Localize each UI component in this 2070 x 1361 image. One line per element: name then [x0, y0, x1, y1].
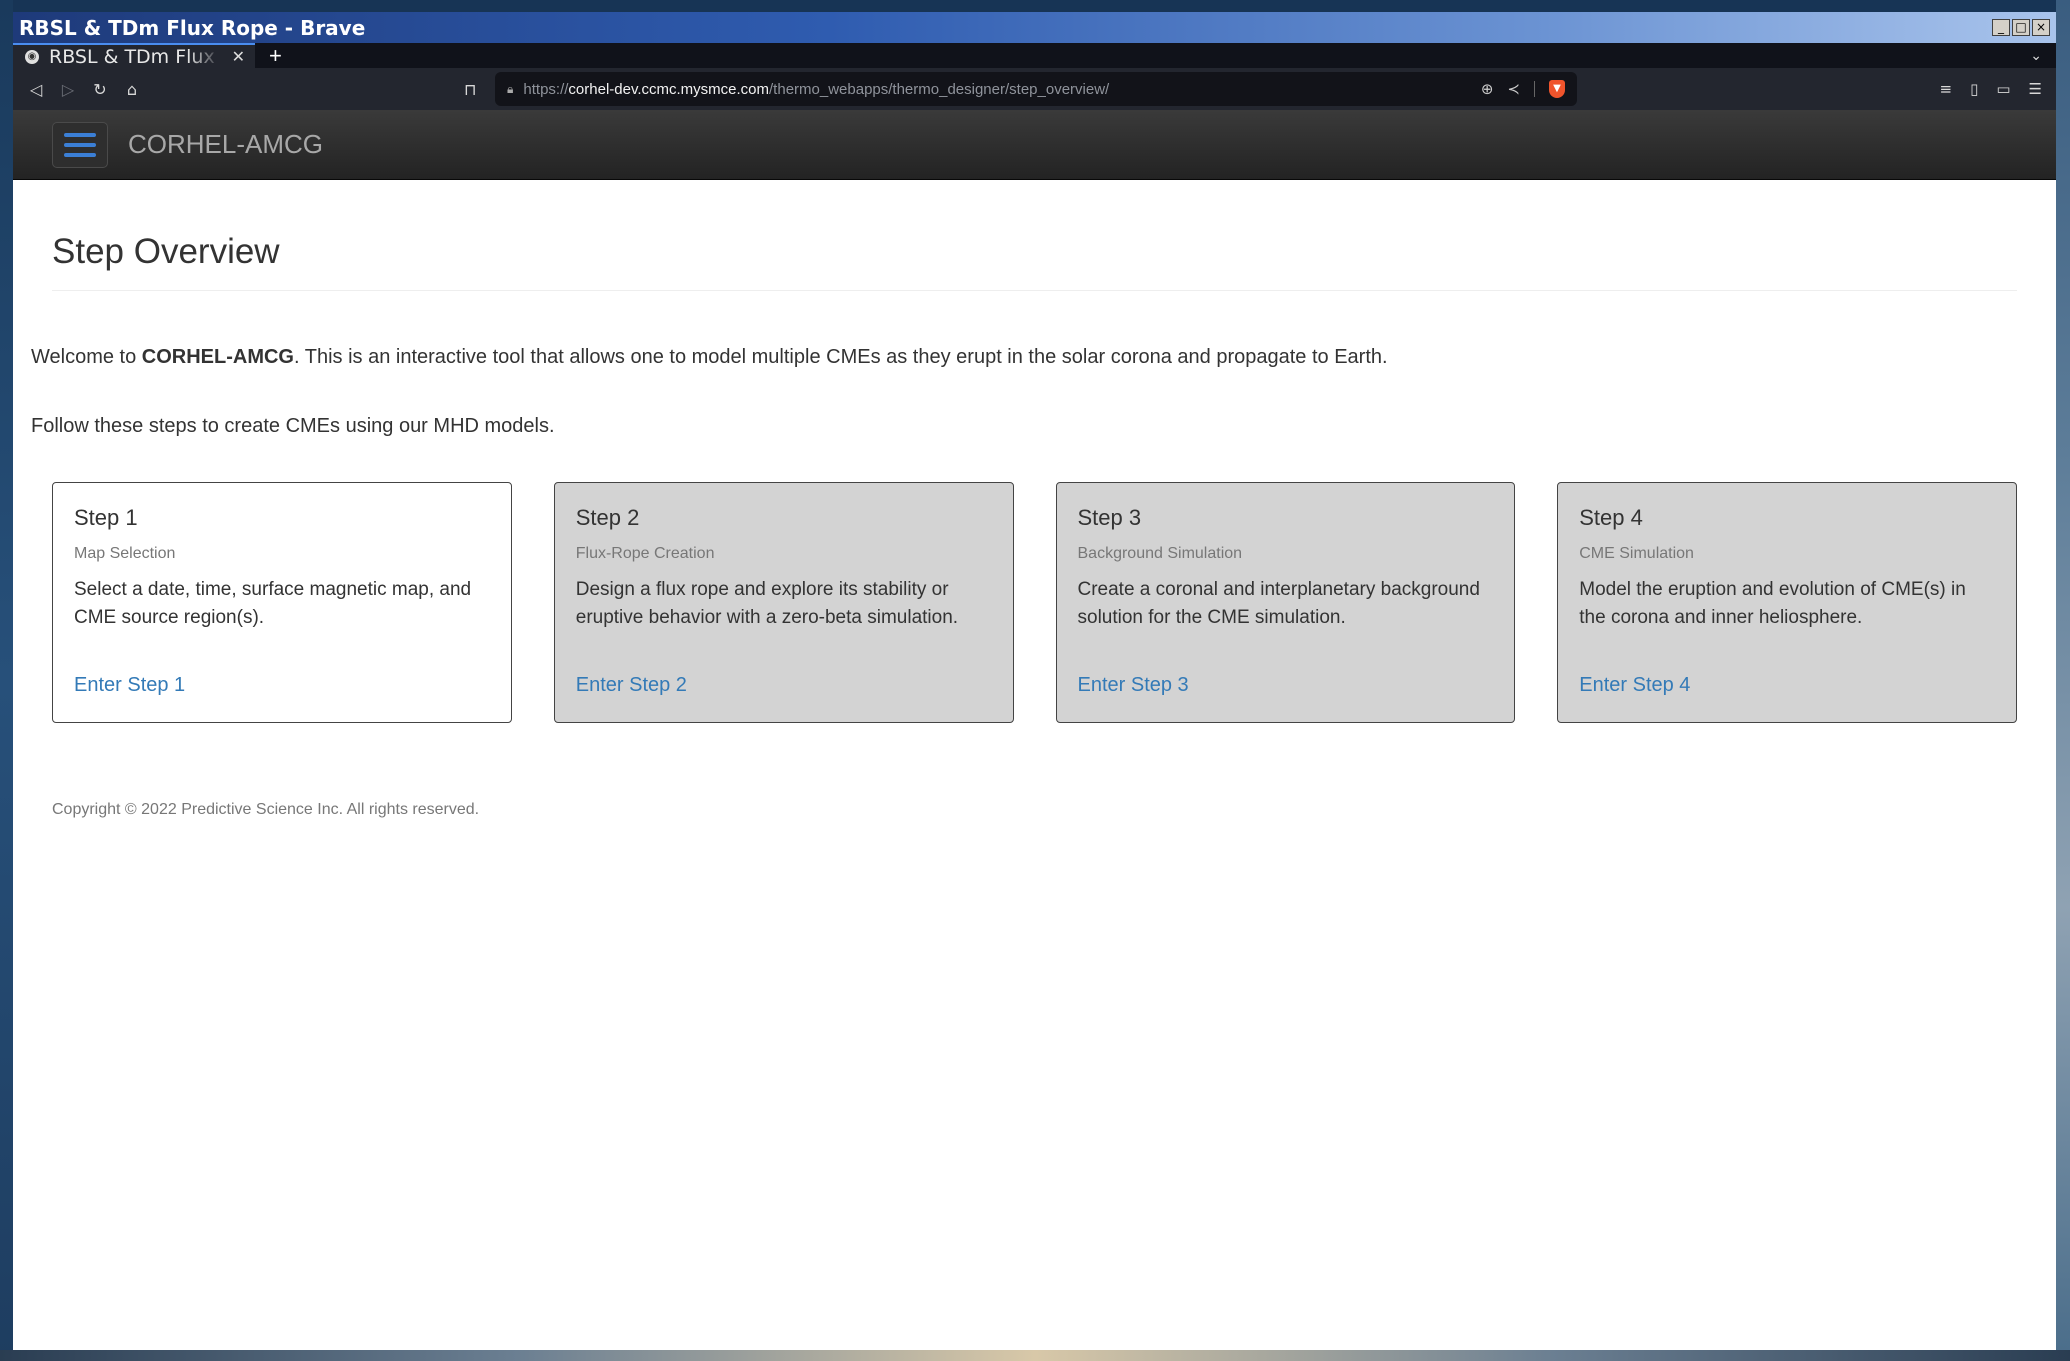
maximize-icon[interactable]: □	[2012, 19, 2030, 36]
tab-strip: ◉ RBSL & TDm Flux Rope ✕ + ⌄	[13, 43, 2056, 68]
site-navbar: CORHEL-AMCG	[13, 110, 2056, 180]
navbar-brand[interactable]: CORHEL-AMCG	[128, 129, 323, 160]
window-titlebar[interactable]: RBSL & TDm Flux Rope - Brave _ □ ×	[13, 12, 2056, 43]
back-icon[interactable]: ◁	[27, 80, 45, 99]
menu-icon[interactable]: ☰	[2029, 80, 2042, 98]
close-window-icon[interactable]: ×	[2032, 19, 2050, 36]
home-icon[interactable]: ⌂	[123, 80, 141, 99]
desktop-background-right	[2056, 0, 2070, 1361]
minimize-icon[interactable]: _	[1992, 19, 2010, 36]
browser-window: RBSL & TDm Flux Rope - Brave _ □ × ◉ RBS…	[13, 12, 2056, 1350]
window-controls: _ □ ×	[1992, 19, 2050, 36]
browser-tab-active[interactable]: ◉ RBSL & TDm Flux Rope ✕	[13, 43, 255, 68]
card-subtitle: CME Simulation	[1579, 545, 1694, 562]
address-bar[interactable]: 🔒︎ https://corhel-dev.ccmc.mysmce.com/th…	[495, 72, 1577, 106]
desktop-background-top	[0, 0, 2070, 12]
card-subtitle: Background Simulation	[1077, 545, 1243, 562]
step-card-4: Step 4 CME Simulation Model the eruption…	[1557, 482, 2017, 723]
intro-brand: CORHEL-AMCG	[141, 346, 294, 368]
sidebar-icon[interactable]: ▯	[1970, 80, 1978, 98]
main-content: Step Overview Welcome to CORHEL-AMCG. Th…	[13, 180, 2056, 819]
bookmark-icon[interactable]: ⊓	[464, 80, 476, 99]
card-subtitle: Flux-Rope Creation	[575, 545, 715, 562]
zoom-icon[interactable]: ⊕	[1481, 80, 1494, 98]
brave-shields-icon[interactable]: ▼	[1549, 80, 1565, 98]
hamburger-menu-button[interactable]	[52, 121, 108, 168]
card-text: Select a date, time, surface magnetic ma…	[74, 579, 472, 628]
step-card-3: Step 3 Background Simulation Create a co…	[1055, 482, 1516, 723]
card-title: Step 4	[1579, 505, 1643, 530]
enter-step-2-link[interactable]: Enter Step 2	[576, 674, 687, 697]
share-icon[interactable]: ≺	[1507, 80, 1520, 98]
enter-step-4-link[interactable]: Enter Step 4	[1579, 674, 1690, 697]
new-tab-icon[interactable]: +	[255, 43, 296, 68]
page-header: Step Overview	[52, 180, 2017, 291]
browser-toolbar: ◁ ▷ ↻ ⌂ ⊓ 🔒︎ https://corhel-dev.ccmc.mys…	[13, 68, 2056, 110]
intro-paragraph: Welcome to CORHEL-AMCG. This is an inter…	[31, 346, 1388, 368]
enter-step-3-link[interactable]: Enter Step 3	[1078, 674, 1189, 697]
step-card-2: Step 2 Flux-Rope Creation Design a flux …	[553, 482, 1014, 723]
footer-copyright: Copyright © 2022 Predictive Science Inc.…	[52, 801, 480, 818]
window-title: RBSL & TDm Flux Rope - Brave	[19, 15, 366, 40]
step-card-1: Step 1 Map Selection Select a date, time…	[52, 482, 512, 723]
page-title: Step Overview	[52, 232, 280, 271]
step-cards: Step 1 Map Selection Select a date, time…	[52, 482, 2017, 723]
card-text: Model the eruption and evolution of CME(…	[1579, 579, 1966, 628]
tab-list-chevron-icon[interactable]: ⌄	[2030, 43, 2042, 68]
reload-icon[interactable]: ↻	[91, 80, 109, 99]
card-title: Step 2	[575, 505, 640, 530]
card-title: Step 1	[74, 505, 138, 530]
favicon-icon: ◉	[25, 49, 39, 64]
tab-close-icon[interactable]: ✕	[232, 47, 245, 66]
playlist-icon[interactable]: ≡	[1940, 80, 1953, 98]
follow-paragraph: Follow these steps to create CMEs using …	[31, 415, 555, 437]
card-subtitle: Map Selection	[74, 545, 176, 562]
card-text: Create a coronal and interplanetary back…	[1077, 579, 1480, 628]
url-text[interactable]: https://corhel-dev.ccmc.mysmce.com/therm…	[523, 81, 1480, 98]
desktop-background-left	[0, 0, 13, 1361]
card-text: Design a flux rope and explore its stabi…	[575, 579, 959, 628]
desktop-background-bottom	[0, 1350, 2070, 1361]
card-title: Step 3	[1077, 505, 1142, 530]
forward-icon[interactable]: ▷	[59, 80, 77, 99]
enter-step-1-link[interactable]: Enter Step 1	[74, 674, 185, 697]
tab-title: RBSL & TDm Flux Rope	[49, 45, 222, 68]
lock-icon[interactable]: 🔒︎	[507, 82, 513, 97]
wallet-icon[interactable]: ▭	[1996, 80, 2010, 98]
url-separator	[1534, 81, 1535, 97]
